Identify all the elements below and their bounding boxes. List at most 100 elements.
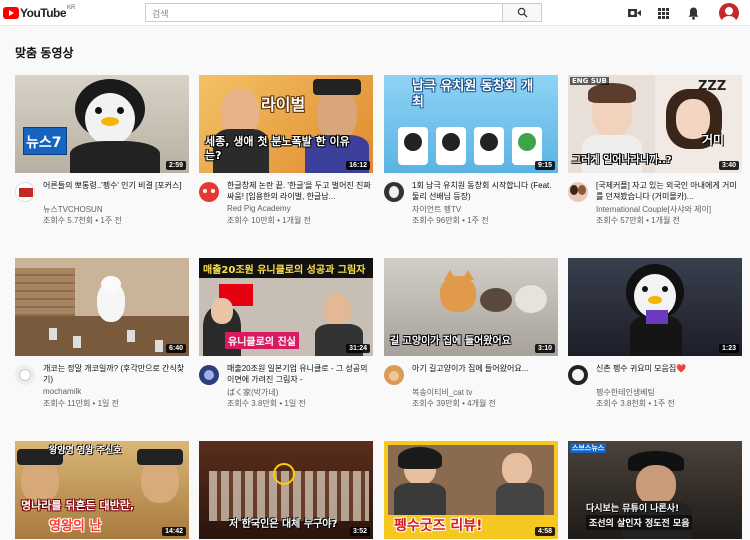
video-title[interactable]: 신촌 펭수 귀요미 모음집❤️ (596, 363, 742, 374)
video-card[interactable]: 라이벌 세종, 생애 첫 분노폭발 한 이유는? 16:12 한글창제 논란 끝… (199, 75, 373, 230)
video-thumbnail[interactable]: 뉴스7 2:59 (15, 75, 189, 173)
video-stats: 조회수 3.8천회 • 1주 전 (596, 399, 675, 408)
video-stats: 조회수 10만회 • 1개월 전 (227, 216, 311, 225)
video-title[interactable]: 어른들의 뽀통령..'펭수' 인기 비결 [포커스] (43, 180, 189, 191)
video-card[interactable]: 펭수굿즈 리뷰! 4:58 (384, 441, 558, 539)
duration-badge: 3:52 (349, 527, 370, 536)
video-thumbnail[interactable]: ENG SUB ZZZ 거미 그러게 일어나라니까..? 3:40 (568, 75, 742, 173)
thumbnail-toptext: 왕양명 영왕 주신호 (49, 446, 122, 456)
video-stats: 조회수 5.7천회 • 1주 전 (43, 216, 122, 225)
thumbnail-subtext: 영왕의 난 (49, 519, 102, 534)
thumbnail-text: 뉴스7 (26, 135, 62, 151)
channel-avatar[interactable] (199, 182, 219, 202)
bell-icon (688, 7, 698, 20)
thumbnail-text: 명나라를 뒤흔든 대반란, (21, 499, 135, 512)
video-stats: 조회수 57만회 • 1개월 전 (596, 216, 680, 225)
thumbnail-text: 펭수굿즈 리뷰! (394, 518, 483, 534)
channel-avatar[interactable] (384, 365, 404, 385)
video-title[interactable]: 1회 남극 유치원 동창회 시작합니다 (Feat. 둘리 선배님 등장) (412, 180, 558, 202)
thumbnail-subtext: 세종, 생애 첫 분노폭발 한 이유는? (205, 135, 350, 162)
search-icon (517, 7, 528, 18)
channel-name[interactable]: mochamilk (43, 387, 81, 396)
logo-region: KR (67, 5, 76, 11)
channel-name[interactable]: Red Pig Academy (227, 204, 291, 213)
thumbnail-subtext: 조선의 살인자 정도전 모음 (586, 515, 693, 530)
search-input[interactable]: 검색 (145, 3, 503, 22)
channel-avatar[interactable] (568, 182, 588, 202)
video-title[interactable]: 아기 길고양이가 집에 들어왔어요... (412, 363, 558, 374)
channel-name[interactable]: International Couple[사샤와 제이] (596, 204, 711, 215)
duration-badge: 6:40 (165, 344, 186, 353)
duration-badge: 3:10 (534, 344, 555, 353)
thumbnail-subtext: 거미 (702, 133, 725, 147)
video-thumbnail[interactable]: 1:23 (568, 258, 742, 356)
channel-avatar[interactable] (384, 182, 404, 202)
video-stats: 조회수 3.8만회 • 1일 전 (227, 399, 306, 408)
video-thumbnail[interactable]: 남극 유치원 동창회 개최 9:15 (384, 75, 558, 173)
duration-badge: 3:40 (718, 161, 739, 170)
video-card[interactable]: 남극 유치원 동창회 개최 9:15 1회 남극 유치원 동창회 시작합니다 (… (384, 75, 558, 230)
video-stats: 조회수 11만회 • 1일 전 (43, 399, 119, 408)
video-thumbnail[interactable]: 스브스뉴스 다시보는 뮤튜이 나론사! 조선의 살인자 정도전 모음 (568, 441, 742, 539)
duration-badge: 31:24 (346, 344, 370, 353)
section-title: 맞춤 동영상 (15, 46, 74, 60)
duration-badge: 9:15 (534, 161, 555, 170)
video-card[interactable]: 길 고양이가 집에 들어왔어요 3:10 아기 길고양이가 집에 들어왔어요..… (384, 258, 558, 413)
duration-badge: 2:59 (165, 161, 186, 170)
logo-text: YouTube (20, 6, 67, 20)
thumbnail-text: 그러게 일어나라니까..? (572, 155, 672, 166)
video-thumbnail[interactable]: 매출20조원 유니클로의 성공과 그림자 유니클로의 진실 31:24 (199, 258, 373, 356)
video-thumbnail[interactable]: 왕양명 영왕 주신호 명나라를 뒤흔든 대반란, 영왕의 난 14:42 (15, 441, 189, 539)
thumbnail-subtext: 유니클로의 진실 (225, 332, 299, 349)
youtube-logo[interactable]: YouTube KR (3, 5, 76, 20)
duration-badge: 1:23 (718, 344, 739, 353)
video-card[interactable]: ENG SUB ZZZ 거미 그러게 일어나라니까..? 3:40 [국제커플]… (568, 75, 742, 230)
channel-name[interactable]: ばく家(박가네) (227, 387, 278, 398)
duration-badge: 14:42 (162, 527, 186, 536)
video-card[interactable]: 스브스뉴스 다시보는 뮤튜이 나론사! 조선의 살인자 정도전 모음 (568, 441, 742, 539)
thumbnail-text: 라이벌 (261, 95, 306, 114)
channel-avatar[interactable] (199, 365, 219, 385)
apps-grid-icon (657, 7, 669, 19)
video-title[interactable]: 매출20조원 일본기업 유니클로 - 그 성공의 이면에 가려진 그림자 - (227, 363, 373, 385)
thumbnail-text: 매출20조원 유니클로의 성공과 그림자 (203, 265, 366, 276)
video-thumbnail[interactable]: 저 한국인은 대체 누구야? 3:52 (199, 441, 373, 539)
video-card[interactable]: 1:23 신촌 펭수 귀요미 모음집❤️ 펭수한테인생베팅 조회수 3.8천회 … (568, 258, 742, 413)
video-card[interactable]: 왕양명 영왕 주신호 명나라를 뒤흔든 대반란, 영왕의 난 14:42 (15, 441, 189, 539)
subtitle-tag: ENG SUB (570, 77, 609, 85)
video-thumbnail[interactable]: 라이벌 세종, 생애 첫 분노폭발 한 이유는? 16:12 (199, 75, 373, 173)
thumbnail-text: 다시보는 뮤튜이 나론사! (586, 504, 680, 514)
channel-avatar[interactable] (15, 365, 35, 385)
top-bar: YouTube KR 검색 (0, 0, 750, 26)
channel-name[interactable]: 뉴스TVCHOSUN (43, 204, 103, 215)
video-camera-icon (627, 9, 641, 17)
channel-avatar[interactable] (568, 365, 588, 385)
video-title[interactable]: 한글창제 논란 끝. '한글'을 두고 벌어진 진짜 싸움! [임용한의 라이벌… (227, 180, 373, 202)
video-card[interactable]: 뉴스7 2:59 어른들의 뽀통령..'펭수' 인기 비결 [포커스] 뉴스TV… (15, 75, 189, 230)
apps-button[interactable] (656, 6, 670, 20)
video-stats: 조회수 39만회 • 4개월 전 (412, 399, 496, 408)
notifications-button[interactable] (686, 6, 700, 20)
channel-avatar[interactable] (15, 182, 35, 202)
video-thumbnail[interactable]: 6:40 (15, 258, 189, 356)
search-button[interactable] (503, 3, 542, 22)
channel-name[interactable]: 복송이티비_cat tv (412, 387, 472, 398)
video-title[interactable]: 개코는 정말 개코일까? (후각만으로 간식찾기) (43, 363, 189, 385)
video-card[interactable]: 매출20조원 유니클로의 성공과 그림자 유니클로의 진실 31:24 매출20… (199, 258, 373, 413)
create-video-button[interactable] (627, 6, 641, 20)
channel-name[interactable]: 펭수한테인생베팅 (596, 387, 655, 398)
video-card[interactable]: 저 한국인은 대체 누구야? 3:52 (199, 441, 373, 539)
video-thumbnail[interactable]: 펭수굿즈 리뷰! 4:58 (384, 441, 558, 539)
video-title[interactable]: [국제커플] 자고 있는 외국인 아내에게 거미를 던져봤습니다 (거미몰카).… (596, 180, 742, 202)
video-card[interactable]: 6:40 개코는 정말 개코일까? (후각만으로 간식찾기) mochamilk… (15, 258, 189, 413)
channel-name[interactable]: 자이언트 펭TV (412, 204, 461, 215)
youtube-play-icon (3, 7, 19, 19)
account-avatar[interactable] (719, 3, 739, 23)
video-stats: 조회수 96만회 • 1주 전 (412, 216, 489, 225)
duration-badge: 4:58 (534, 527, 555, 536)
video-thumbnail[interactable]: 길 고양이가 집에 들어왔어요 3:10 (384, 258, 558, 356)
thumbnail-text: 남극 유치원 동창회 개최 (412, 79, 534, 110)
thumbnail-text: 저 한국인은 대체 누구야? (229, 519, 338, 530)
duration-badge: 16:12 (346, 161, 370, 170)
thumbnail-text: 길 고양이가 집에 들어왔어요 (390, 336, 511, 347)
